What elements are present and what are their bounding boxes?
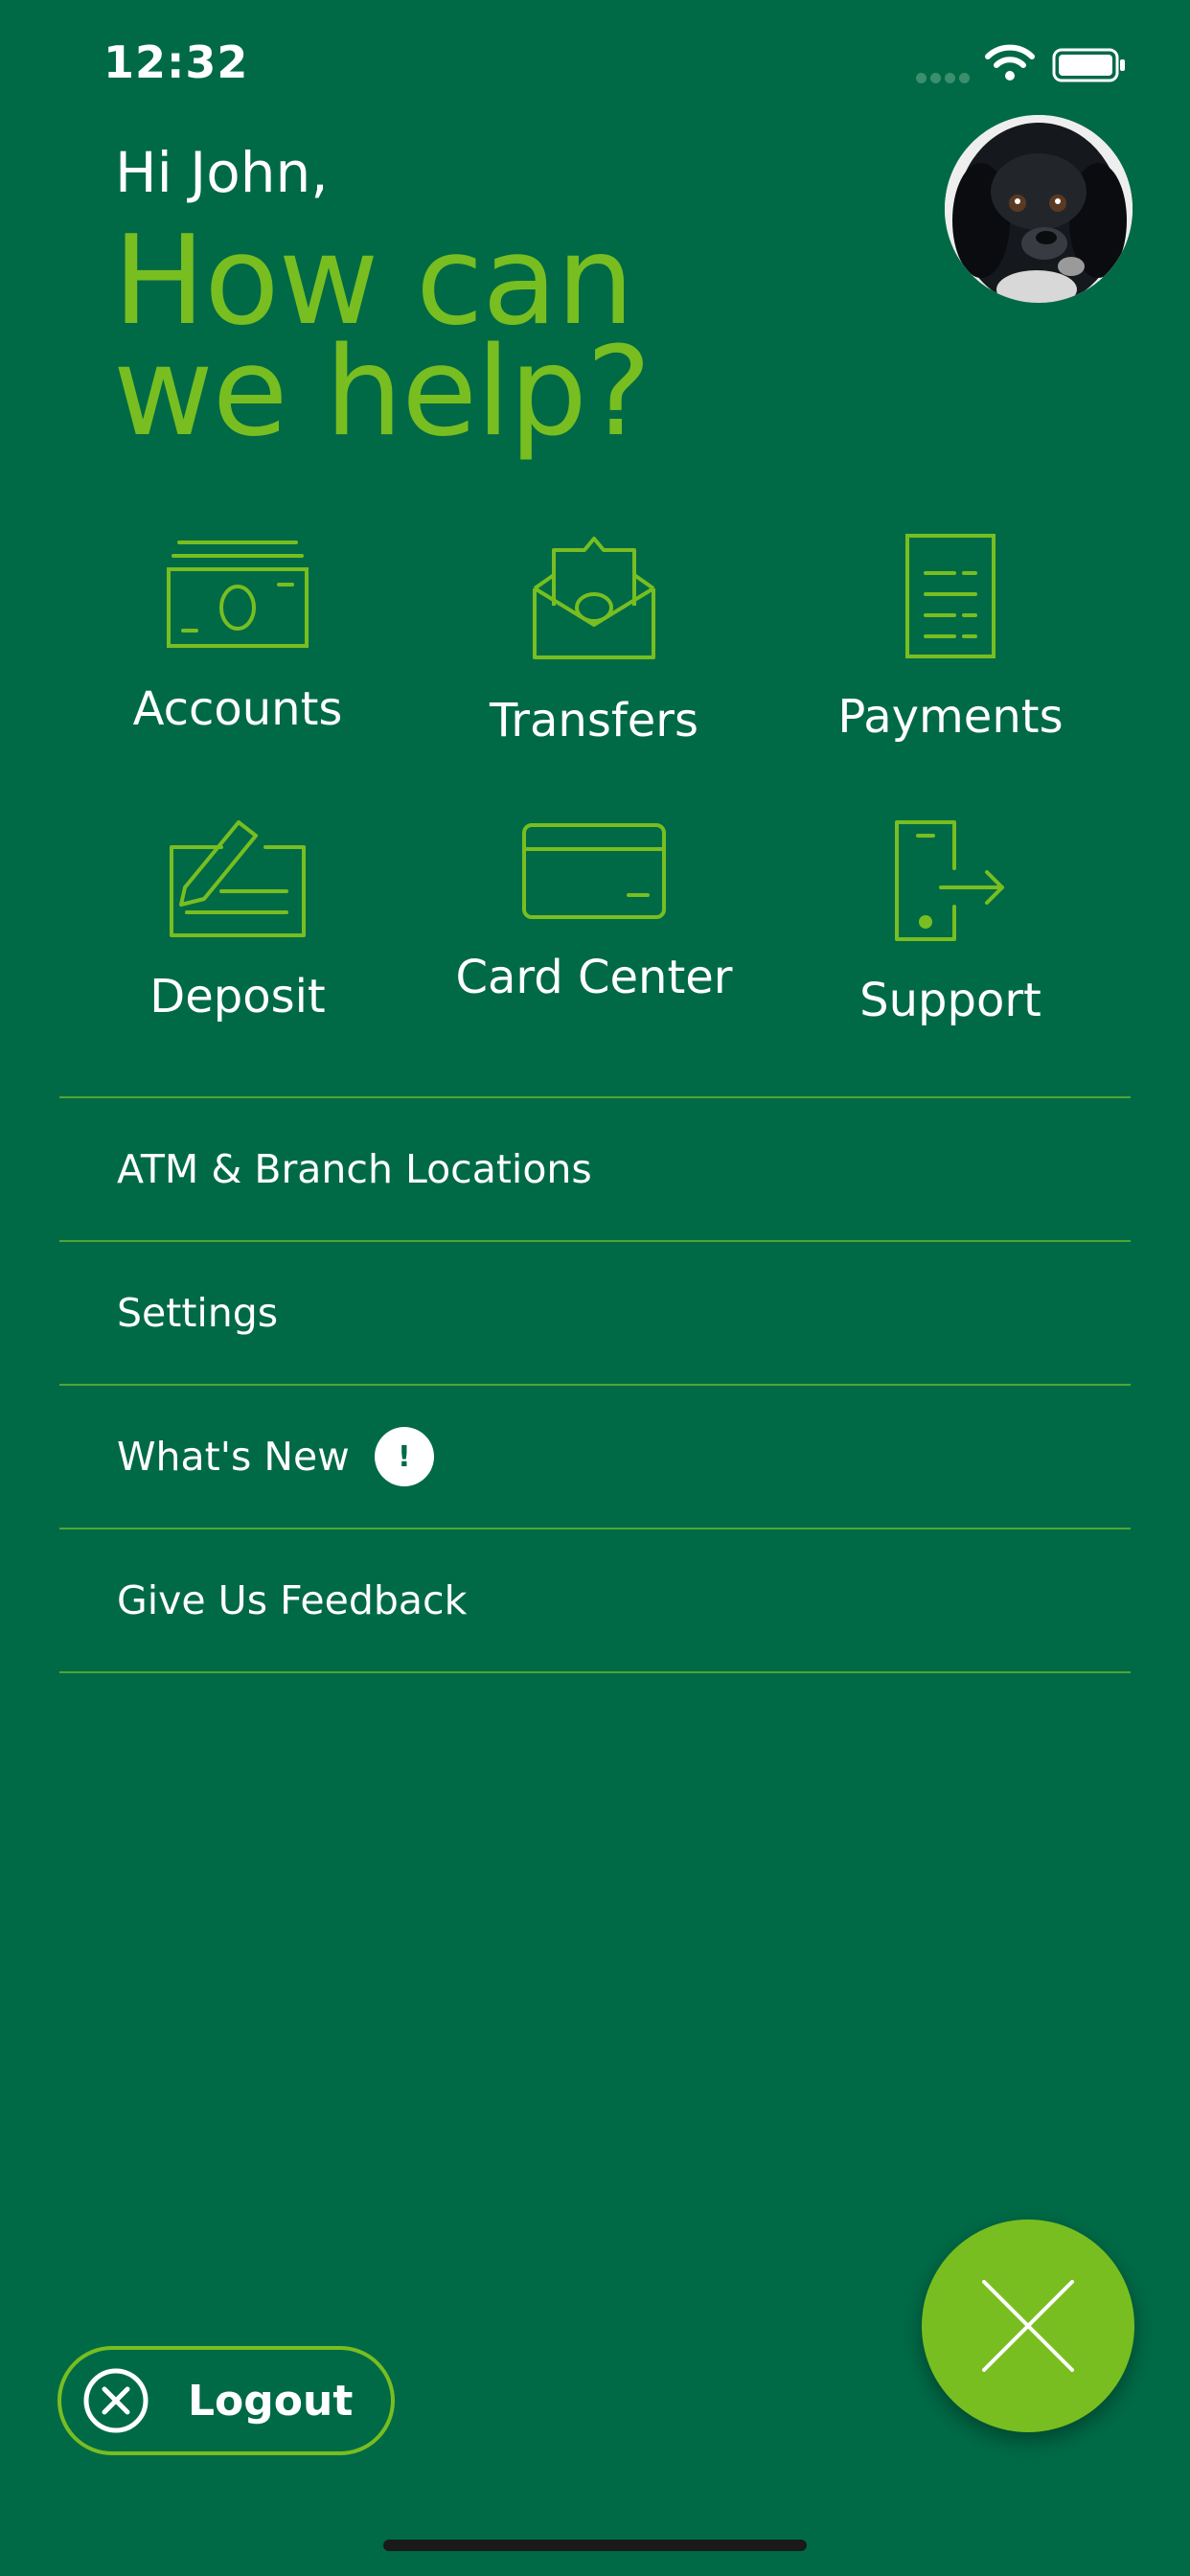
- logout-label: Logout: [188, 2376, 354, 2426]
- tile-label: Payments: [837, 690, 1064, 744]
- menu-item-give-us-feedback[interactable]: Give Us Feedback: [59, 1530, 1131, 1671]
- wifi-icon: [985, 44, 1035, 80]
- headline-line-2: we help?: [113, 321, 652, 464]
- menu-item-label: Settings: [117, 1290, 279, 1336]
- menu-item-atm-branch-locations[interactable]: ATM & Branch Locations: [59, 1098, 1131, 1240]
- battery-icon: [1052, 48, 1125, 82]
- tile-payments[interactable]: Payments: [772, 533, 1129, 744]
- close-menu-button[interactable]: [922, 2220, 1134, 2432]
- status-time: 12:32: [103, 36, 249, 88]
- check-pen-icon: [170, 820, 306, 937]
- tile-label: Accounts: [132, 682, 343, 736]
- envelope-money-icon: [533, 537, 655, 659]
- receipt-icon: [905, 534, 995, 658]
- cash-icon: [167, 540, 309, 648]
- credit-card-icon: [522, 823, 666, 919]
- close-circle-icon: [83, 2368, 149, 2433]
- tile-card-center[interactable]: Card Center: [416, 816, 772, 1004]
- tile-support[interactable]: Support: [772, 816, 1129, 1027]
- divider: [59, 1671, 1131, 1673]
- tile-label: Transfers: [489, 694, 698, 748]
- close-icon: [982, 2280, 1074, 2372]
- dog-photo-icon: [945, 115, 1133, 303]
- tile-label: Support: [859, 974, 1041, 1027]
- menu-item-label: Give Us Feedback: [117, 1577, 468, 1623]
- tile-accounts[interactable]: Accounts: [59, 533, 416, 736]
- tile-deposit[interactable]: Deposit: [59, 816, 416, 1024]
- home-indicator[interactable]: [383, 2540, 807, 2551]
- tile-label: Deposit: [149, 970, 326, 1024]
- status-bar: 12:32: [0, 0, 1190, 134]
- tile-label: Card Center: [455, 951, 733, 1004]
- avatar[interactable]: [945, 115, 1133, 303]
- menu-item-label: What's New: [117, 1434, 350, 1480]
- page-title: How can we help?: [113, 220, 841, 454]
- menu-list: ATM & Branch Locations Settings What's N…: [59, 1096, 1131, 1673]
- new-alert-badge: !: [374, 1427, 434, 1486]
- tile-transfers[interactable]: Transfers: [416, 533, 772, 748]
- greeting: Hi John,: [115, 140, 329, 205]
- menu-item-label: ATM & Branch Locations: [117, 1146, 592, 1192]
- logout-button[interactable]: Logout: [57, 2346, 395, 2455]
- phone-exit-icon: [895, 820, 1004, 941]
- cellular-signal-icon: [916, 69, 973, 87]
- menu-item-settings[interactable]: Settings: [59, 1242, 1131, 1384]
- menu-item-whats-new[interactable]: What's New !: [59, 1386, 1131, 1528]
